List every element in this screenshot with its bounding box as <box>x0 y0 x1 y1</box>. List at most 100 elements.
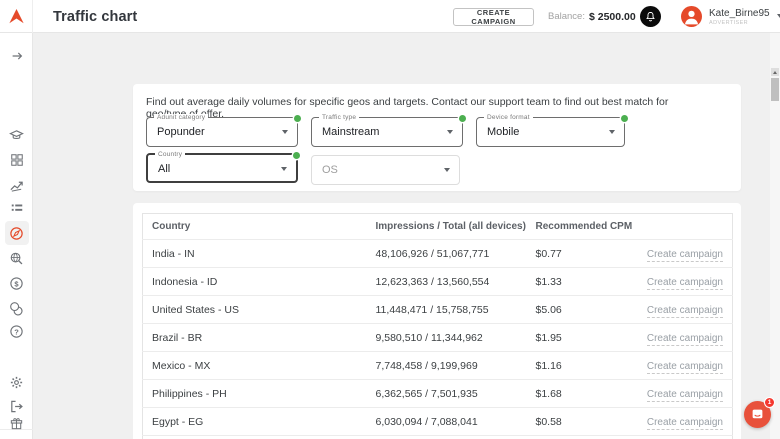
cell-impressions: 5,317,416 / 9,849,194 <box>367 436 527 439</box>
sidebar-item-dashboard[interactable] <box>0 148 33 172</box>
traffic-type-select[interactable]: Traffic type Mainstream <box>311 117 463 147</box>
sidebar-item-settings[interactable] <box>0 370 33 394</box>
dollar-circle-icon: $ <box>9 276 24 291</box>
column-header-impressions: Impressions / Total (all devices) <box>367 214 527 240</box>
create-campaign-link[interactable]: Create campaign <box>647 277 723 290</box>
chevron-down-icon <box>777 14 780 18</box>
arrow-right-icon <box>10 49 24 63</box>
sidebar-expand-button[interactable] <box>0 44 33 68</box>
user-menu[interactable]: Kate_Birne95 ADVERTISER <box>681 6 780 28</box>
bell-icon <box>645 11 656 22</box>
sidebar-item-campaigns[interactable] <box>0 196 33 220</box>
sidebar-item-education[interactable] <box>0 123 33 147</box>
scroll-up-button[interactable] <box>771 68 779 76</box>
globe-search-icon <box>9 251 24 266</box>
create-campaign-button[interactable]: CREATE CAMPAIGN <box>453 8 534 26</box>
gear-icon <box>9 375 24 390</box>
sidebar-item-promo[interactable] <box>0 411 33 435</box>
filters-card: Find out average daily volumes for speci… <box>133 84 741 191</box>
sidebar-item-traffic-chart-active[interactable] <box>0 221 33 245</box>
cell-action: Create campaign <box>637 380 733 408</box>
cell-cpm: $1.95 <box>527 324 637 352</box>
cell-impressions: 6,362,565 / 7,501,935 <box>367 380 527 408</box>
svg-text:$: $ <box>14 279 19 288</box>
cell-country: Brazil - BR <box>143 324 367 352</box>
sidebar-item-help[interactable]: ? <box>0 319 33 343</box>
column-header-action <box>637 214 733 240</box>
cell-cpm: $5.06 <box>527 296 637 324</box>
create-campaign-link[interactable]: Create campaign <box>647 249 723 262</box>
table-row: Egypt - EG 6,030,094 / 7,088,041 $0.58 C… <box>143 408 733 436</box>
table-row: Brazil - BR 9,580,510 / 11,344,962 $1.95… <box>143 324 733 352</box>
sidebar-item-statistics[interactable] <box>0 173 33 197</box>
adsterra-logo-icon <box>7 7 26 26</box>
chevron-down-icon <box>609 130 615 134</box>
create-campaign-link[interactable]: Create campaign <box>647 389 723 402</box>
sidebar-item-finance[interactable]: $ <box>0 271 33 295</box>
sidebar-item-referral[interactable] <box>0 296 33 320</box>
device-format-select[interactable]: Device format Mobile <box>476 117 625 147</box>
app-window: Traffic chart CREATE CAMPAIGN Balance: $… <box>0 0 780 439</box>
cell-impressions: 11,448,471 / 15,758,755 <box>367 296 527 324</box>
chevron-down-icon <box>282 130 288 134</box>
create-campaign-link[interactable]: Create campaign <box>647 305 723 318</box>
active-item-highlight <box>5 221 29 245</box>
chat-smile-icon <box>751 408 764 421</box>
grid-dashboard-icon <box>10 153 24 167</box>
cell-cpm: $1.46 <box>527 436 637 439</box>
vertical-scrollbar[interactable] <box>770 33 780 439</box>
cell-cpm: $1.16 <box>527 352 637 380</box>
sidebar-item-tracking[interactable] <box>0 246 33 270</box>
cell-impressions: 48,106,926 / 51,067,771 <box>367 240 527 268</box>
device-format-value: Mobile <box>487 118 519 146</box>
cell-impressions: 12,623,363 / 13,560,554 <box>367 268 527 296</box>
cell-cpm: $0.58 <box>527 408 637 436</box>
adunit-category-value: Popunder <box>157 118 205 146</box>
avatar <box>681 6 702 27</box>
triangle-up-icon <box>773 71 777 74</box>
adunit-category-select[interactable]: Adunit category Popunder <box>146 117 298 147</box>
cell-action: Create campaign <box>637 296 733 324</box>
cell-cpm: $1.68 <box>527 380 637 408</box>
traffic-table-card: Country Impressions / Total (all devices… <box>133 203 741 439</box>
page-title: Traffic chart <box>53 0 137 33</box>
chart-arrow-icon <box>9 178 24 193</box>
cell-country: Indonesia - ID <box>143 268 367 296</box>
cell-action: Create campaign <box>637 324 733 352</box>
column-header-cpm: Recommended CPM <box>527 214 637 240</box>
notifications-button[interactable] <box>640 6 661 27</box>
traffic-type-value: Mainstream <box>322 118 379 146</box>
country-value: All <box>158 155 170 183</box>
cell-action: Create campaign <box>637 408 733 436</box>
brand-logo[interactable] <box>0 0 33 33</box>
create-campaign-link[interactable]: Create campaign <box>647 417 723 430</box>
cell-country: Philippines - PH <box>143 380 367 408</box>
country-select[interactable]: Country All <box>146 153 298 183</box>
balance: Balance: $ 2500.00 <box>548 0 636 33</box>
top-header: Traffic chart CREATE CAMPAIGN Balance: $… <box>0 0 780 33</box>
cell-action: Create campaign <box>637 268 733 296</box>
create-campaign-link[interactable]: Create campaign <box>647 333 723 346</box>
gift-icon <box>9 416 24 431</box>
cell-country: India - IN <box>143 240 367 268</box>
chevron-down-icon <box>444 168 450 172</box>
green-status-dot <box>459 115 466 122</box>
table-body: India - IN 48,106,926 / 51,067,771 $0.77… <box>143 240 733 439</box>
svg-text:?: ? <box>14 327 19 336</box>
user-name: Kate_Birne95 <box>709 8 770 19</box>
table-row: India - IN 48,106,926 / 51,067,771 $0.77… <box>143 240 733 268</box>
table-row: Mexico - MX 7,748,458 / 9,199,969 $1.16 … <box>143 352 733 380</box>
user-names: Kate_Birne95 ADVERTISER <box>709 6 770 26</box>
os-select[interactable]: OS <box>311 155 460 185</box>
chevron-down-icon <box>281 167 287 171</box>
scrollbar-thumb[interactable] <box>771 78 779 101</box>
cell-country: Germany - DE <box>143 436 367 439</box>
graduation-cap-icon <box>9 128 24 143</box>
table-row: Germany - DE 5,317,416 / 9,849,194 $1.46… <box>143 436 733 439</box>
column-header-country: Country <box>143 214 367 240</box>
create-campaign-link[interactable]: Create campaign <box>647 361 723 374</box>
cell-action: Create campaign <box>637 352 733 380</box>
person-icon <box>681 6 702 27</box>
cell-impressions: 7,748,458 / 9,199,969 <box>367 352 527 380</box>
cell-cpm: $1.33 <box>527 268 637 296</box>
